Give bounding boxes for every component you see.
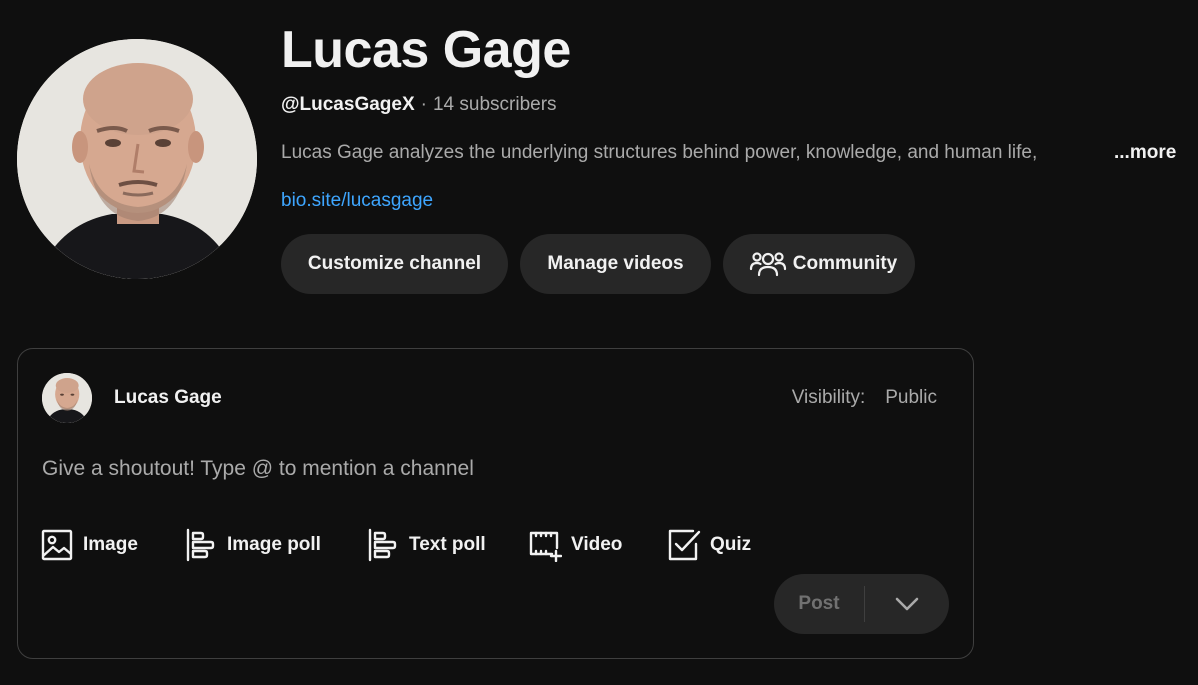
- attach-text-poll-label: Text poll: [409, 534, 486, 555]
- channel-description[interactable]: Lucas Gage analyzes the underlying struc…: [281, 141, 1111, 165]
- post-button[interactable]: Post: [774, 574, 864, 634]
- image-icon: [40, 528, 74, 562]
- community-label: Community: [792, 253, 898, 274]
- attach-quiz-button[interactable]: Quiz: [667, 527, 751, 563]
- visibility-value[interactable]: Public: [885, 387, 937, 408]
- visibility-selector[interactable]: Visibility: Public: [792, 386, 937, 410]
- description-more-link[interactable]: ...more: [1114, 141, 1176, 165]
- channel-handle: @LucasGageX: [281, 94, 415, 115]
- attach-text-poll-button[interactable]: Text poll: [366, 527, 486, 563]
- channel-meta: @LucasGageX · 14 subscribers: [281, 93, 557, 117]
- channel-page: Lucas Gage @LucasGageX · 14 subscribers Lu…: [0, 0, 1198, 685]
- community-button[interactable]: Community: [723, 234, 915, 294]
- attach-video-label: Video: [571, 534, 623, 555]
- composer-author-name: Lucas Gage: [114, 387, 222, 408]
- post-text-input[interactable]: [42, 455, 942, 483]
- visibility-label: Visibility:: [791, 387, 866, 408]
- text-poll-icon: [366, 528, 400, 562]
- meta-separator: ·: [420, 94, 427, 115]
- channel-avatar[interactable]: [17, 39, 257, 279]
- attach-image-label: Image: [83, 534, 138, 555]
- manage-videos-button[interactable]: Manage videos: [520, 234, 711, 294]
- post-options-dropdown[interactable]: [865, 574, 949, 634]
- avatar-portrait-image: [42, 373, 92, 423]
- subscriber-count: 14 subscribers: [432, 94, 557, 115]
- attach-video-button[interactable]: Video: [528, 527, 622, 563]
- composer-avatar: [42, 373, 92, 423]
- attach-image-button[interactable]: Image: [40, 527, 138, 563]
- image-poll-icon: [184, 528, 218, 562]
- people-icon: [749, 248, 787, 280]
- attach-image-poll-label: Image poll: [227, 534, 321, 555]
- attach-image-poll-button[interactable]: Image poll: [184, 527, 321, 563]
- manage-videos-label: Manage videos: [547, 253, 684, 274]
- attachment-toolbar: Image Image poll Text poll Video Quiz: [18, 527, 973, 563]
- customize-channel-button[interactable]: Customize channel: [281, 234, 508, 294]
- attach-quiz-label: Quiz: [710, 534, 752, 555]
- quiz-checkbox-icon: [667, 528, 701, 562]
- customize-channel-label: Customize channel: [307, 253, 482, 274]
- video-add-icon: [528, 528, 562, 562]
- post-composer: Lucas Gage Visibility: Public Image: [17, 348, 974, 659]
- channel-external-link[interactable]: bio.site/lucasgage: [281, 189, 433, 213]
- chevron-down-icon: [895, 597, 919, 611]
- channel-title: Lucas Gage: [281, 21, 571, 79]
- post-button-group: Post: [774, 574, 949, 634]
- avatar-portrait-image: [17, 39, 257, 279]
